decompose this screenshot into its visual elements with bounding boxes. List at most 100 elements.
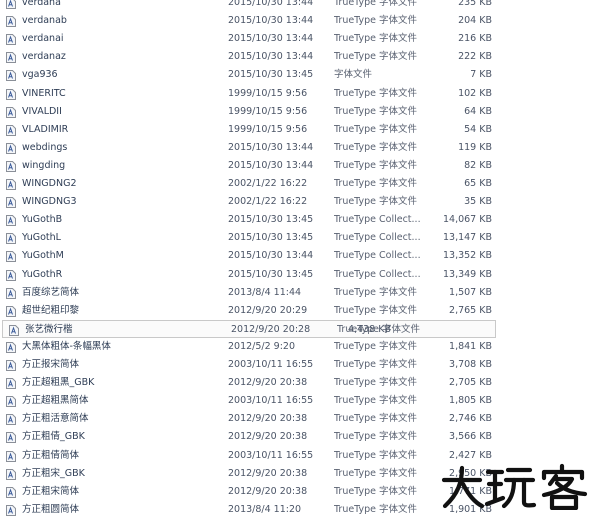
file-type: TrueType 字体文件: [334, 123, 418, 135]
file-type: TrueType 字体文件: [334, 105, 418, 117]
file-size: 65 KB: [464, 178, 492, 189]
file-name: webdings: [22, 141, 68, 153]
file-date-modified: 2015/10/30 13:45: [228, 214, 314, 226]
file-date-modified: 2015/10/30 13:44: [228, 51, 314, 63]
file-type: TrueType 字体文件: [334, 359, 418, 370]
file-row[interactable]: 张艺微行楷 2012/9/20 20:28 TrueType 字体文件 4,438 K…: [2, 319, 496, 338]
file-type: TrueType 字体文件: [334, 377, 418, 389]
font-file-icon: [6, 468, 16, 480]
file-type: TrueType 字体文件: [334, 15, 418, 27]
file-row[interactable]: YuGothL 2015/10/30 13:45 TrueType Collect.…: [0, 229, 596, 247]
file-name: WINGDNG2: [22, 178, 77, 189]
file-type: TrueType 字体文件: [334, 485, 418, 497]
file-row[interactable]: 方正超粗黑简体 2003/10/11 16:55 TrueType 字体文件 1,80…: [0, 392, 596, 410]
file-name: 方正粗倩_GBK: [22, 431, 85, 443]
file-date-modified: 2015/10/30 13:44: [228, 159, 314, 171]
file-date-modified: 1999/10/15 9:56: [228, 123, 308, 135]
file-row[interactable]: VINERITC 1999/10/15 9:56 TrueType 字体文件 102 …: [0, 85, 596, 103]
font-file-icon: [6, 378, 16, 390]
file-type: TrueType 字体文件: [334, 304, 418, 316]
file-name: verdanab: [22, 15, 67, 27]
file-type: TrueType 字体文件: [334, 467, 418, 479]
font-file-icon: [6, 360, 16, 371]
file-row[interactable]: verdanaz 2015/10/30 13:44 TrueType 字体文件 222…: [0, 48, 596, 66]
file-size: 2,765 KB: [449, 304, 492, 316]
file-name: 超世纪粗印黎: [22, 304, 80, 316]
file-size: 235 KB: [458, 0, 492, 8]
file-size: 35 KB: [464, 196, 492, 208]
file-size: 222 KB: [458, 51, 492, 63]
file-row[interactable]: 百度综艺简体 2013/8/4 11:44 TrueType 字体文件 1,507 K…: [0, 284, 596, 302]
file-date-modified: 2015/10/30 13:44: [228, 0, 314, 8]
file-type: 字体文件: [334, 69, 373, 81]
font-file-icon: [6, 197, 16, 209]
file-row[interactable]: VIVALDII 1999/10/15 9:56 TrueType 字体文件 64 K…: [0, 103, 596, 121]
file-name: 方正粗宋简体: [22, 485, 80, 497]
file-type: TrueType 字体文件: [334, 141, 418, 153]
file-type: TrueType Collect...: [334, 268, 421, 280]
file-size: 1,841 KB: [449, 340, 492, 352]
font-file-icon: [6, 215, 16, 227]
file-row[interactable]: YuGothM 2015/10/30 13:44 TrueType Collect.…: [0, 247, 596, 265]
font-file-icon: [6, 341, 16, 353]
file-type: TrueType 字体文件: [334, 395, 418, 407]
file-type: TrueType 字体文件: [334, 286, 418, 298]
font-file-icon: [6, 287, 16, 299]
file-name: vga936: [22, 69, 58, 81]
file-size: 3,708 KB: [449, 359, 492, 370]
file-name: 方正粗圆简体: [22, 503, 80, 515]
file-size: 13,349 KB: [442, 268, 492, 280]
file-row[interactable]: VLADIMIR 1999/10/15 9:56 TrueType 字体文件 54 K…: [0, 121, 596, 139]
file-row[interactable]: 方正超粗黑_GBK 2012/9/20 20:38 TrueType 字体文件 2,7…: [0, 374, 596, 392]
file-size: 216 KB: [458, 33, 492, 45]
file-type: TrueType 字体文件: [334, 33, 418, 45]
file-row[interactable]: 超世纪粗印黎 2012/9/20 20:29 TrueType 字体文件 2,765 …: [0, 302, 596, 320]
file-type: TrueType 字体文件: [334, 340, 418, 352]
file-name: YuGothB: [22, 214, 63, 226]
file-row[interactable]: verdanai 2015/10/30 13:44 TrueType 字体文件 216…: [0, 30, 596, 48]
font-file-icon: [6, 179, 16, 190]
file-name: VLADIMIR: [22, 123, 69, 135]
file-date-modified: 2012/9/20 20:38: [228, 467, 308, 479]
font-file-icon: [6, 124, 16, 136]
file-row[interactable]: wingding 2015/10/30 13:44 TrueType 字体文件 82 …: [0, 157, 596, 175]
file-date-modified: 2003/10/11 16:55: [228, 359, 314, 370]
file-row[interactable]: 方正粗倩_GBK 2012/9/20 20:38 TrueType 字体文件 3,56…: [0, 428, 596, 446]
font-file-icon: [6, 88, 16, 100]
file-row[interactable]: WINGDNG3 2002/1/22 16:22 TrueType 字体文件 35 K…: [0, 193, 596, 211]
file-type: TrueType 字体文件: [334, 87, 418, 99]
file-date-modified: 2015/10/30 13:45: [228, 69, 314, 81]
file-name: 方正超粗黑_GBK: [22, 377, 95, 389]
file-name: YuGothR: [22, 268, 63, 280]
file-row[interactable]: verdana 2015/10/30 13:44 TrueType 字体文件 235 …: [0, 0, 596, 12]
file-type: TrueType 字体文件: [334, 159, 418, 171]
file-row[interactable]: YuGothB 2015/10/30 13:45 TrueType Collect.…: [0, 211, 596, 229]
file-type: TrueType 字体文件: [334, 178, 418, 189]
font-file-icon: [6, 16, 16, 28]
file-name: 方正报宋简体: [22, 359, 80, 370]
file-size: 102 KB: [458, 87, 492, 99]
file-type: TrueType 字体文件: [334, 431, 418, 443]
file-date-modified: 2012/9/20 20:28: [231, 323, 311, 335]
font-file-icon: [6, 70, 16, 82]
file-row[interactable]: vga936 2015/10/30 13:45 字体文件 7 KB: [0, 66, 596, 84]
file-row[interactable]: WINGDNG2 2002/1/22 16:22 TrueType 字体文件 65 K…: [0, 175, 596, 193]
file-row[interactable]: webdings 2015/10/30 13:44 TrueType 字体文件 119…: [0, 139, 596, 157]
file-size: 1,507 KB: [449, 286, 492, 298]
file-size: 2,705 KB: [449, 377, 492, 389]
file-date-modified: 2015/10/30 13:45: [228, 268, 314, 280]
font-file-icon: [6, 396, 16, 408]
file-name: 张艺微行楷: [25, 323, 73, 335]
file-name: YuGothM: [22, 250, 64, 262]
file-size: 2,746 KB: [449, 413, 492, 425]
file-row[interactable]: verdanab 2015/10/30 13:44 TrueType 字体文件 204…: [0, 12, 596, 30]
file-type: TrueType Collect...: [334, 232, 421, 244]
file-name: verdanai: [22, 33, 64, 45]
file-row[interactable]: 大黑体粗体-条幅黑体 2012/5/2 9:20 TrueType 字体文件 1,84…: [0, 338, 596, 356]
file-row[interactable]: YuGothR 2015/10/30 13:45 TrueType Collect.…: [0, 266, 596, 284]
font-file-icon: [6, 251, 16, 263]
file-row[interactable]: 方正报宋简体 2003/10/11 16:55 TrueType 字体文件 3,708…: [0, 356, 596, 374]
file-name: 方正粗宋_GBK: [22, 467, 85, 479]
file-row[interactable]: 方正粗活意简体 2012/9/20 20:38 TrueType 字体文件 2,746…: [0, 410, 596, 428]
file-size: 14,067 KB: [442, 214, 492, 226]
